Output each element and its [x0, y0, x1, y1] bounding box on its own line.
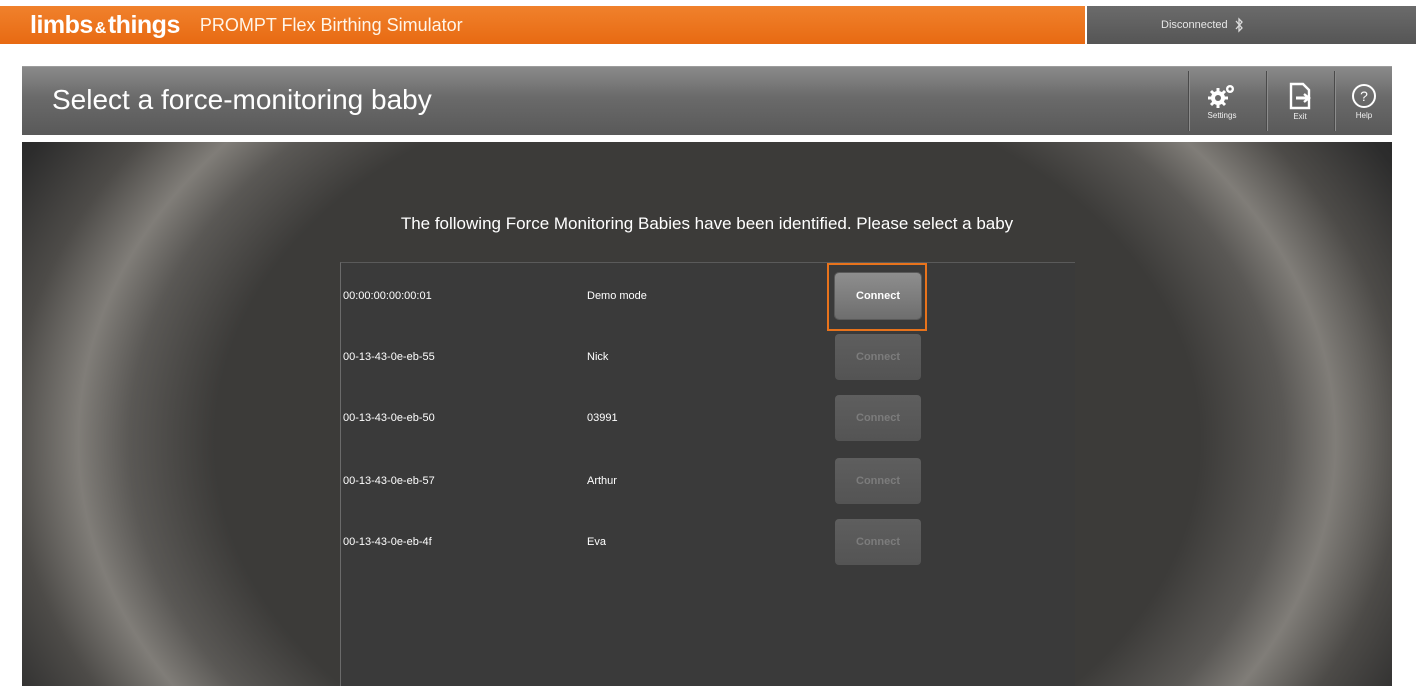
brand-logo: limbs &things — [30, 10, 180, 39]
device-list: 00:00:00:00:00:01 Demo mode Connect 00-1… — [340, 262, 1075, 686]
device-mac: 00-13-43-0e-eb-55 — [343, 351, 435, 363]
connection-status: Disconnected — [1161, 19, 1228, 31]
device-name: Demo mode — [587, 290, 647, 302]
device-mac: 00-13-43-0e-eb-57 — [343, 475, 435, 487]
bluetooth-icon — [1235, 17, 1243, 33]
exit-label: Exit — [1293, 111, 1307, 121]
exit-button[interactable]: Exit — [1270, 67, 1330, 135]
instruction-text: The following Force Monitoring Babies ha… — [400, 214, 1014, 233]
device-row: 00-13-43-0e-eb-55 Nick Connect — [341, 332, 1075, 382]
top-bar: limbs &things PROMPT Flex Birthing Simula… — [0, 0, 1416, 46]
gear-icon — [1208, 84, 1234, 108]
main-stage: The following Force Monitoring Babies ha… — [22, 142, 1392, 686]
connect-button[interactable]: Connect — [835, 273, 921, 319]
device-mac: 00-13-43-0e-eb-4f — [343, 536, 432, 548]
help-label: Help — [1355, 110, 1373, 120]
connection-status-bar: Disconnected — [1087, 6, 1416, 44]
device-name: Eva — [587, 536, 606, 548]
page-title: Select a force-monitoring baby — [52, 84, 432, 115]
connect-button[interactable]: Connect — [835, 395, 921, 441]
connect-button[interactable]: Connect — [835, 334, 921, 380]
page-header: Select a force-monitoring baby Settings … — [22, 66, 1392, 135]
brand-bar: limbs &things PROMPT Flex Birthing Simula… — [0, 6, 1085, 44]
device-row: 00-13-43-0e-eb-50 03991 Connect — [341, 393, 1075, 443]
app-title: PROMPT Flex Birthing Simulator — [199, 14, 463, 35]
toolbar-divider — [1188, 71, 1189, 131]
exit-icon — [1289, 82, 1311, 109]
toolbar-divider — [1266, 71, 1267, 131]
svg-text:?: ? — [1360, 88, 1368, 104]
device-mac: 00:00:00:00:00:01 — [343, 290, 432, 302]
device-row: 00-13-43-0e-eb-57 Arthur Connect — [341, 456, 1075, 506]
device-mac: 00-13-43-0e-eb-50 — [343, 412, 435, 424]
device-row: 00:00:00:00:00:01 Demo mode Connect — [341, 263, 1075, 331]
help-icon: ? — [1352, 83, 1376, 108]
toolbar-divider — [1334, 71, 1335, 131]
connect-button[interactable]: Connect — [835, 519, 921, 565]
device-name: Arthur — [587, 475, 617, 487]
device-row: 00-13-43-0e-eb-4f Eva Connect — [341, 517, 1075, 567]
help-button[interactable]: ? Help — [1336, 67, 1392, 135]
settings-label: Settings — [1207, 110, 1237, 120]
connect-button[interactable]: Connect — [835, 458, 921, 504]
device-name: Nick — [587, 351, 609, 363]
device-name: 03991 — [587, 412, 618, 424]
settings-button[interactable]: Settings — [1192, 67, 1252, 135]
